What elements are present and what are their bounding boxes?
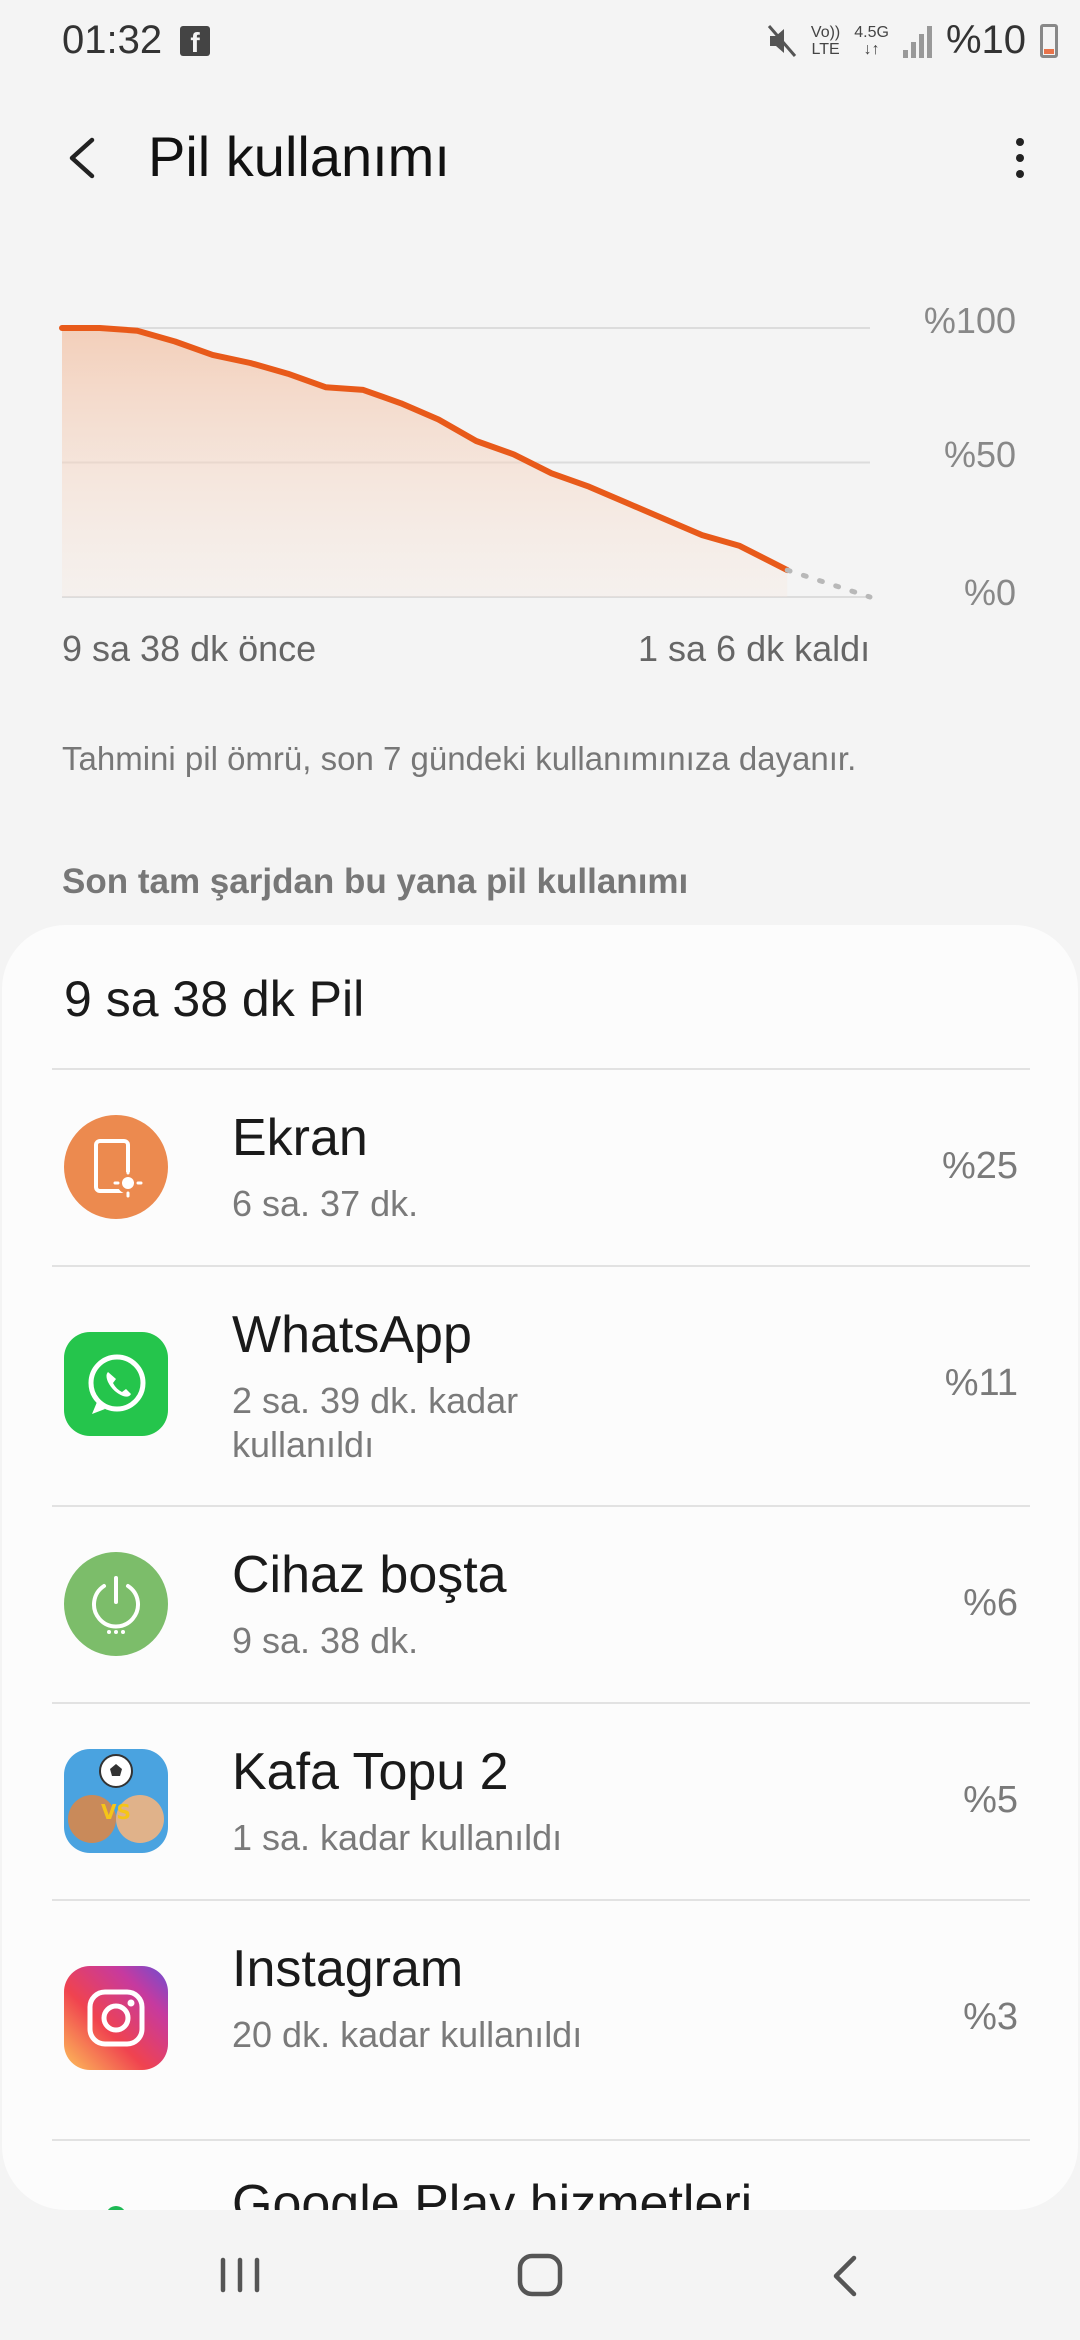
usage-total: 9 sa 38 dk Pil [64, 971, 365, 1027]
power-idle-icon [64, 1552, 168, 1656]
x-start-label: 9 sa 38 dk önce [62, 628, 317, 669]
volte-bottom: LTE [811, 40, 840, 58]
y-tick-50: %50 [943, 434, 1016, 475]
usage-item-instagram[interactable]: Instagram 20 dk. kadar kullanıldı %3 [2, 1901, 1078, 2139]
usage-item-percent: %25 [941, 1145, 1018, 1187]
usage-item-cihaz-bosta[interactable]: Cihaz boşta 9 sa. 38 dk. %6 [2, 1507, 1078, 1702]
back-nav-icon[interactable] [826, 2246, 866, 2306]
usage-item-percent: %5 [963, 1779, 1018, 1821]
usage-item-detail: 20 dk. kadar kullanıldı [232, 2014, 583, 2055]
usage-item-detail: 9 sa. 38 dk. [232, 1620, 419, 1661]
usage-item-detail: 1 sa. kadar kullanıldı [232, 1817, 563, 1858]
status-time: 01:32 [62, 18, 163, 62]
data-indicator: 4.5G ↓↑ [854, 24, 889, 58]
usage-item-name: WhatsApp [232, 1306, 472, 1364]
navigation-bar [0, 2210, 1080, 2340]
usage-item-name: Ekran [232, 1109, 368, 1167]
battery-chart: %100 %50 %0 9 sa 38 dk önce 1 sa 6 dk ka… [0, 300, 1080, 680]
battery-projection-line [784, 567, 873, 600]
usage-item-detail: 2 sa. 39 dk. kadar kullanıldı [232, 1380, 519, 1465]
usage-item-detail: 6 sa. 37 dk. [232, 1183, 419, 1224]
app-header: Pil kullanımı [0, 110, 1080, 210]
instagram-icon [64, 1966, 168, 2070]
facebook-notification-icon: f [180, 26, 210, 58]
signal-icon [902, 24, 932, 58]
battery-chart-svg [59, 325, 873, 600]
usage-item-name: Cihaz boşta [232, 1546, 507, 1604]
volte-indicator: Vo)) LTE [811, 24, 840, 58]
usage-item-name: Kafa Topu 2 [232, 1743, 509, 1801]
usage-item-percent: %11 [944, 1362, 1018, 1404]
google-play-services-icon [108, 2206, 124, 2210]
screen-brightness-icon [64, 1115, 168, 1219]
y-tick-100: %100 [923, 300, 1016, 341]
usage-item-percent: %6 [963, 1582, 1018, 1624]
kafa-topu-icon: VS [64, 1749, 168, 1853]
usage-item-whatsapp[interactable]: WhatsApp 2 sa. 39 dk. kadar kullanıldı %… [2, 1267, 1078, 1505]
x-end-label: 1 sa 6 dk kaldı [638, 628, 871, 669]
usage-item-kafa-topu-2[interactable]: VS Kafa Topu 2 1 sa. kadar kullanıldı %5 [2, 1704, 1078, 1899]
recent-apps-icon[interactable] [218, 2246, 262, 2306]
data-type: 4.5G [854, 23, 889, 41]
usage-item-name: Google Play hizmetleri [232, 2175, 753, 2210]
mute-icon [767, 24, 797, 57]
usage-item-ekran[interactable]: Ekran 6 sa. 37 dk. %25 [2, 1070, 1078, 1265]
usage-item-percent: %3 [963, 1996, 1018, 2038]
whatsapp-icon [64, 1332, 168, 1436]
status-bar: 01:32 f Vo)) LTE 4.5G ↓↑ %10 [0, 0, 1080, 90]
battery-percent: %10 [945, 18, 1026, 62]
section-title: Son tam şarjdan bu yana pil kullanımı [62, 862, 689, 901]
battery-icon [1040, 23, 1058, 58]
svg-text:VS: VS [101, 1800, 131, 1824]
usage-card: 9 sa 38 dk Pil Ekran 6 sa. 37 dk. %25 Wh… [2, 925, 1078, 2210]
usage-item-name: Instagram [232, 1940, 464, 1998]
usage-item-google-play-services[interactable]: Google Play hizmetleri [2, 2141, 1078, 2210]
estimate-note: Tahmini pil ömrü, son 7 gündeki kullanım… [62, 740, 857, 777]
page-title: Pil kullanımı [148, 125, 450, 188]
status-icons: Vo)) LTE 4.5G ↓↑ %10 [767, 18, 1058, 63]
home-icon[interactable] [516, 2246, 564, 2306]
data-arrows: ↓↑ [863, 40, 880, 58]
more-options-icon[interactable] [1000, 132, 1040, 188]
y-tick-0: %0 [963, 572, 1016, 613]
back-icon[interactable] [56, 130, 112, 186]
volte-top: Vo)) [810, 23, 841, 41]
